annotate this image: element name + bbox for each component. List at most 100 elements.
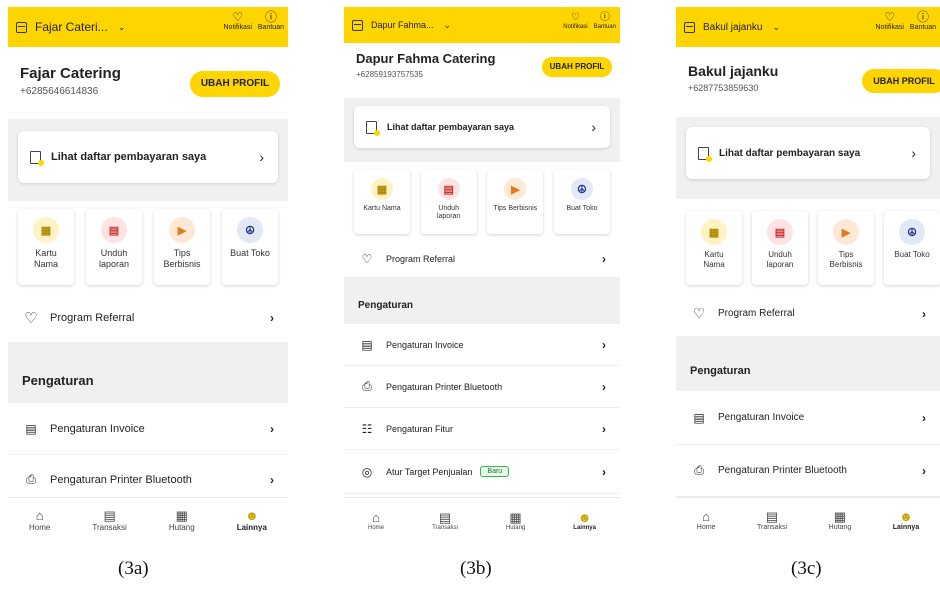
- nav-home[interactable]: ⌂ Home: [29, 509, 50, 533]
- chevron-right-icon: ›: [591, 119, 596, 135]
- nav-more[interactable]: ☻ Lainnya: [573, 510, 596, 531]
- top-bar: Bakul jajanku ⌄ ♡ Notifikasi ⓘ Bantuan: [676, 7, 940, 47]
- invoice-settings-row[interactable]: ▤ Pengaturan Invoice ›: [8, 403, 288, 455]
- id-card-icon: ▦: [701, 219, 727, 245]
- chevron-right-icon: ›: [602, 337, 606, 352]
- tile-business-card[interactable]: ▦ Kartu Nama: [354, 170, 410, 234]
- chevron-right-icon: ›: [270, 310, 274, 325]
- debt-icon: ▦: [833, 509, 847, 524]
- tile-business-card[interactable]: ▦ Kartu Nama: [18, 209, 74, 285]
- printer-settings-row[interactable]: ⎙ Pengaturan Printer Bluetooth ›: [344, 366, 620, 408]
- nav-home[interactable]: ⌂ Home: [368, 510, 384, 531]
- shop-icon: ☮: [899, 219, 925, 245]
- chevron-right-icon: ›: [602, 464, 606, 479]
- feature-settings-row[interactable]: ☷ Pengaturan Fitur ›: [344, 408, 620, 450]
- edit-profile-button[interactable]: UBAH PROFIL: [862, 69, 940, 93]
- printer-icon: ⎙: [362, 379, 372, 393]
- report-icon: ▤: [437, 178, 460, 200]
- tile-business-tips[interactable]: ▶ Tips Berbisnis: [818, 211, 874, 285]
- nav-debt[interactable]: ▦ Hutang: [506, 510, 525, 531]
- notification-button[interactable]: ♡ Notifikasi: [224, 11, 252, 32]
- chevron-right-icon: ›: [922, 410, 926, 425]
- store-selector[interactable]: Dapur Fahma...: [371, 20, 434, 30]
- transactions-icon: ▤: [103, 508, 116, 523]
- invoice-settings-row[interactable]: ▤ Pengaturan Invoice ›: [344, 324, 620, 366]
- user-circle-icon: ☻: [244, 508, 259, 523]
- referral-row[interactable]: ♡ Program Referral ›: [344, 240, 620, 278]
- payments-card[interactable]: Lihat daftar pembayaran saya ›: [354, 106, 610, 148]
- shop-icon: ☮: [237, 217, 263, 243]
- top-bar: Dapur Fahma... ⌄ ♡ Notifikasi ⓘ Bantuan: [344, 7, 620, 43]
- edit-profile-button[interactable]: UBAH PROFIL: [542, 57, 612, 77]
- payments-area: Lihat daftar pembayaran saya ›: [8, 119, 288, 201]
- help-button[interactable]: ⓘ Bantuan: [910, 11, 936, 32]
- tile-download-report[interactable]: ▤ Unduh laporan: [86, 209, 142, 285]
- tile-create-store[interactable]: ☮ Buat Toko: [222, 209, 278, 285]
- phone-screen-b: Dapur Fahma... ⌄ ♡ Notifikasi ⓘ Bantuan …: [344, 7, 620, 543]
- printer-icon: ⎙: [694, 463, 704, 477]
- chevron-right-icon: ›: [602, 421, 606, 436]
- tile-business-tips[interactable]: ▶ Tips Berbisnis: [154, 209, 210, 285]
- tile-create-store[interactable]: ☮ Buat Toko: [553, 170, 610, 234]
- receipt-icon: [366, 120, 380, 136]
- settings-header: Pengaturan: [676, 351, 940, 391]
- chevron-down-icon[interactable]: ⌄: [444, 20, 452, 31]
- user-circle-icon: ☻: [899, 509, 913, 524]
- profile-section: Bakul jajanku +6287753859630 UBAH PROFIL: [676, 47, 940, 117]
- tile-create-store[interactable]: ☮ Buat Toko: [884, 211, 940, 285]
- nav-more[interactable]: ☻ Lainnya: [893, 509, 919, 532]
- payments-label: Lihat daftar pembayaran saya: [51, 151, 207, 163]
- notification-button[interactable]: ♡ Notifikasi: [563, 11, 587, 30]
- chevron-down-icon[interactable]: ⌄: [118, 22, 126, 33]
- bell-icon: ♡: [24, 309, 38, 327]
- chevron-right-icon: ›: [602, 379, 606, 394]
- referral-row[interactable]: ♡ Program Referral ›: [8, 293, 288, 343]
- video-icon: ▶: [833, 219, 859, 245]
- id-card-icon: ▦: [33, 217, 59, 243]
- notification-button[interactable]: ♡ Notifikasi: [876, 11, 904, 32]
- edit-profile-button[interactable]: UBAH PROFIL: [190, 71, 280, 97]
- tile-download-report[interactable]: ▤ Unduh laporan: [420, 170, 477, 234]
- nav-debt[interactable]: ▦ Hutang: [829, 509, 852, 532]
- help-button[interactable]: ⓘ Bantuan: [594, 11, 616, 30]
- nav-more[interactable]: ☻ Lainnya: [237, 508, 267, 533]
- tile-business-card[interactable]: ▦ Kartu Nama: [686, 211, 742, 285]
- tile-download-report[interactable]: ▤ Unduh laporan: [752, 211, 808, 285]
- shop-icon: ☮: [570, 178, 593, 200]
- store-selector[interactable]: Fajar Cateri...: [35, 20, 108, 34]
- new-badge: Baru: [480, 466, 510, 477]
- caption-c: (3c): [791, 558, 822, 579]
- profile-section: Fajar Catering +6285646614836 UBAH PROFI…: [8, 47, 288, 119]
- nav-transactions[interactable]: ▤ Transaksi: [92, 508, 126, 533]
- caption-b: (3b): [460, 558, 492, 579]
- referral-row[interactable]: ♡ Program Referral ›: [676, 291, 940, 337]
- phone-screen-c: Bakul jajanku ⌄ ♡ Notifikasi ⓘ Bantuan B…: [676, 7, 940, 543]
- chevron-right-icon: ›: [270, 472, 274, 487]
- invoice-settings-row[interactable]: ▤ Pengaturan Invoice ›: [676, 391, 940, 445]
- nav-debt[interactable]: ▦ Hutang: [169, 509, 195, 533]
- help-icon: ⓘ: [599, 12, 610, 23]
- payments-card[interactable]: Lihat daftar pembayaran saya ›: [686, 127, 930, 179]
- sales-target-row[interactable]: ◎ Atur Target Penjualan Baru ›: [344, 450, 620, 494]
- transactions-icon: ▤: [438, 509, 452, 525]
- payments-card[interactable]: Lihat daftar pembayaran saya ›: [18, 131, 278, 183]
- video-icon: ▶: [169, 217, 195, 243]
- chevron-right-icon: ›: [259, 149, 264, 165]
- payments-label: Lihat daftar pembayaran saya: [387, 122, 515, 132]
- bottom-nav: ⌂ Home ▤ Transaksi ▦ Hutang ☻ Lainnya: [676, 497, 940, 543]
- printer-settings-row[interactable]: ⎙ Pengaturan Printer Bluetooth ›: [676, 445, 940, 497]
- nav-transactions[interactable]: ▤ Transaksi: [432, 509, 458, 531]
- chevron-down-icon[interactable]: ⌄: [772, 22, 780, 33]
- store-icon: [16, 21, 27, 33]
- phone-screen-a: Fajar Cateri... ⌄ ♡ Notifikasi ⓘ Bantuan…: [8, 7, 288, 543]
- payments-label: Lihat daftar pembayaran saya: [719, 147, 861, 159]
- payments-area: Lihat daftar pembayaran saya ›: [676, 117, 940, 199]
- nav-transactions[interactable]: ▤ Transaksi: [757, 510, 787, 532]
- nav-home[interactable]: ⌂ Home: [697, 510, 716, 532]
- chevron-right-icon: ›: [602, 251, 606, 266]
- help-button[interactable]: ⓘ Bantuan: [258, 11, 284, 32]
- payments-area: Lihat daftar pembayaran saya ›: [344, 98, 620, 162]
- tile-business-tips[interactable]: ▶ Tips Berbisnis: [487, 170, 544, 234]
- settings-section: [676, 337, 940, 351]
- store-selector[interactable]: Bakul jajanku: [703, 22, 762, 33]
